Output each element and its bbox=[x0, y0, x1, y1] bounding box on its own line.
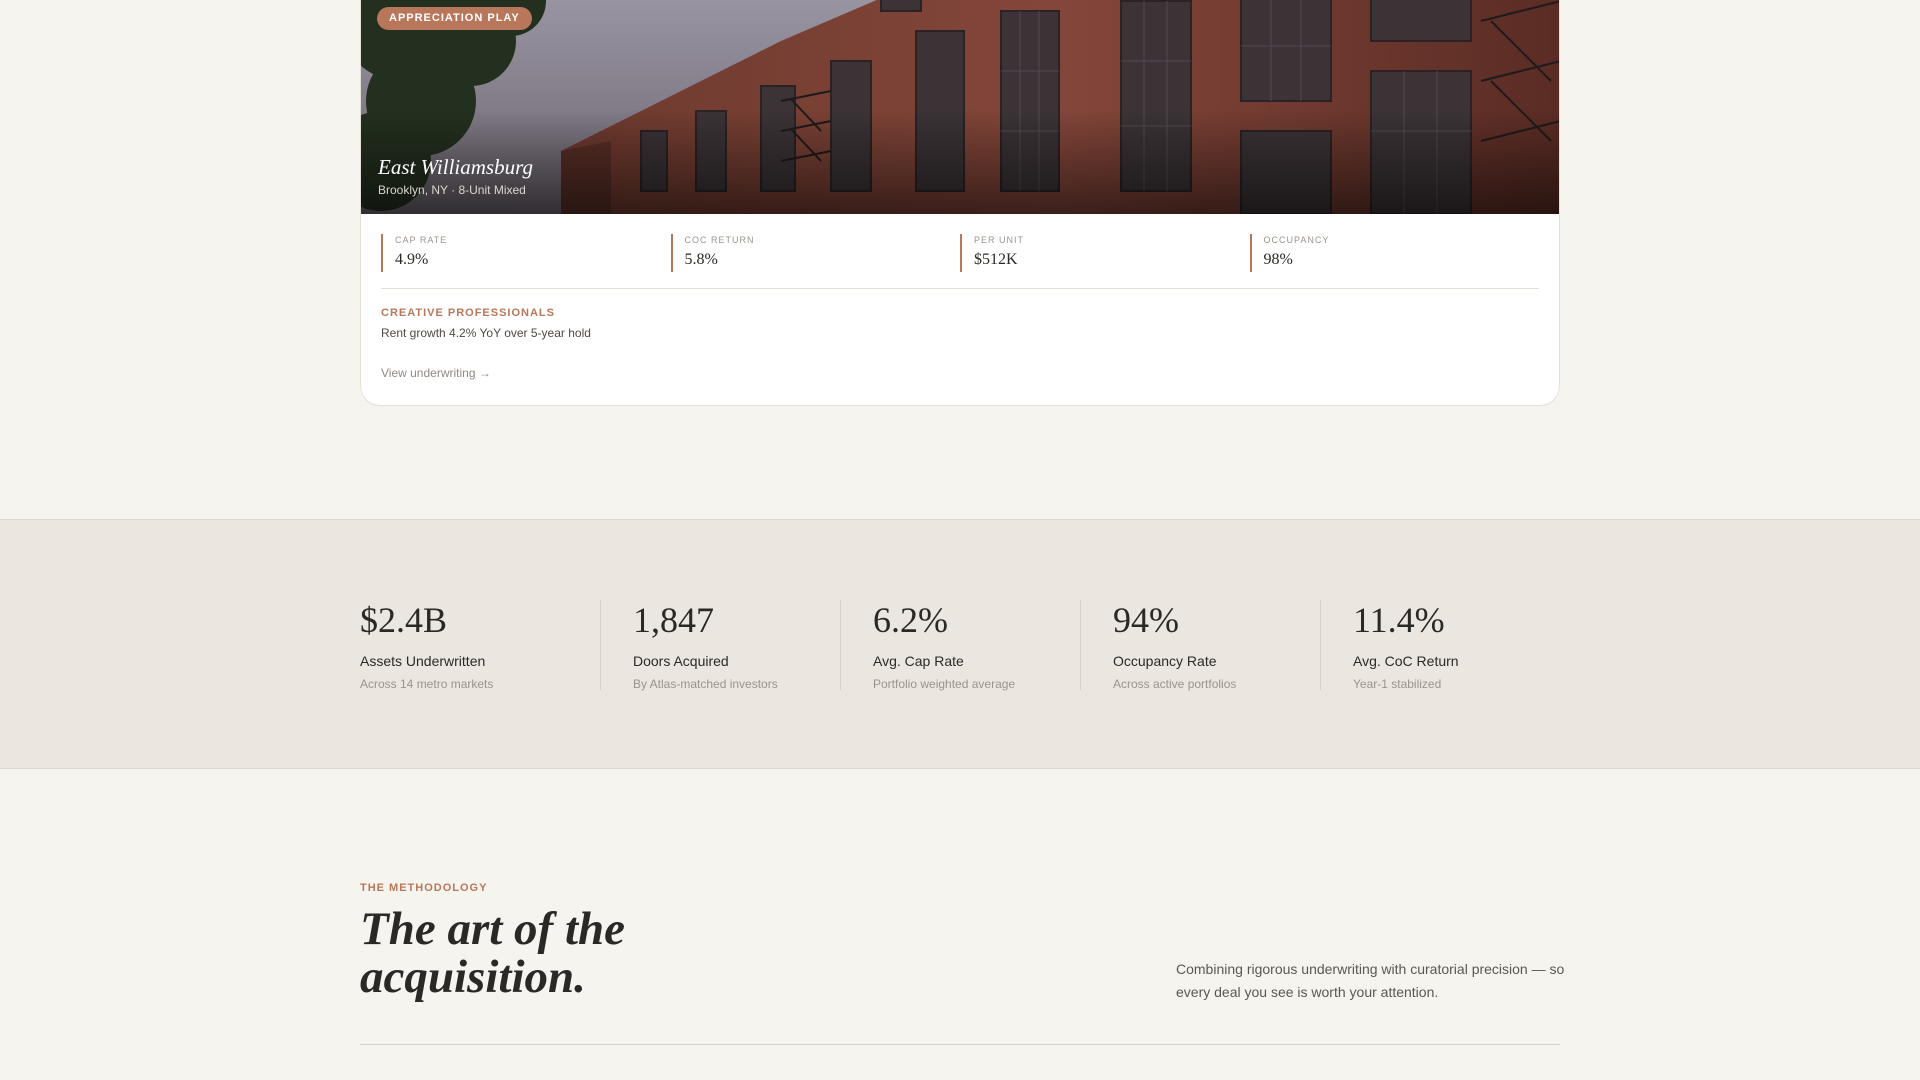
metric-per-unit: PER UNIT $512K bbox=[960, 234, 1250, 272]
stat-assets-underwritten: $2.4B Assets Underwritten Across 14 metr… bbox=[360, 600, 600, 691]
section-divider bbox=[360, 1044, 1560, 1045]
stat-occupancy-rate: 94% Occupancy Rate Across active portfol… bbox=[1080, 600, 1320, 691]
stat-value: 1,847 bbox=[633, 600, 714, 640]
metric-coc-return: COC RETURN 5.8% bbox=[670, 234, 961, 272]
metric-cap-rate: CAP RATE 4.9% bbox=[381, 234, 671, 272]
metric-label: OCCUPANCY bbox=[1263, 235, 1330, 245]
metric-value: $512K bbox=[974, 251, 1018, 268]
stat-label: Avg. Cap Rate bbox=[873, 653, 964, 669]
stats-band: $2.4B Assets Underwritten Across 14 metr… bbox=[0, 519, 1920, 769]
metric-value: 98% bbox=[1263, 251, 1293, 268]
stat-value: 94% bbox=[1113, 600, 1179, 640]
stat-value: 11.4% bbox=[1353, 600, 1445, 640]
stat-value: 6.2% bbox=[873, 600, 948, 640]
property-card[interactable]: APPRECIATION PLAY East Williamsburg Broo… bbox=[360, 0, 1560, 406]
metric-value: 4.9% bbox=[395, 251, 429, 268]
property-photo: APPRECIATION PLAY East Williamsburg Broo… bbox=[361, 0, 1559, 214]
stat-avg-coc-return: 11.4% Avg. CoC Return Year-1 stabilized bbox=[1320, 600, 1560, 691]
property-name: East Williamsburg bbox=[378, 155, 533, 179]
stat-label: Assets Underwritten bbox=[360, 653, 486, 669]
metric-occupancy: OCCUPANCY 98% bbox=[1249, 234, 1540, 272]
stats-row: $2.4B Assets Underwritten Across 14 metr… bbox=[360, 600, 1560, 691]
stat-doors-acquired: 1,847 Doors Acquired By Atlas-matched in… bbox=[600, 600, 840, 691]
property-metrics: CAP RATE 4.9% COC RETURN 5.8% PER UNIT $… bbox=[381, 234, 1539, 289]
methodology-intro: Combining rigorous underwriting with cur… bbox=[1176, 961, 1565, 1000]
stat-subtext: Portfolio weighted average bbox=[873, 677, 1016, 691]
stat-value: $2.4B bbox=[360, 600, 448, 640]
metric-label: COC RETURN bbox=[684, 235, 755, 245]
methodology-eyebrow: THE METHODOLOGY bbox=[360, 882, 488, 894]
view-underwriting-link[interactable]: View underwriting → bbox=[381, 366, 491, 380]
appreciation-badge: APPRECIATION PLAY bbox=[377, 7, 532, 30]
stat-label: Avg. CoC Return bbox=[1353, 653, 1459, 669]
stat-subtext: Year-1 stabilized bbox=[1353, 677, 1442, 691]
stat-subtext: Across active portfolios bbox=[1113, 677, 1237, 691]
investment-thesis: Rent growth 4.2% YoY over 5-year hold bbox=[381, 326, 591, 340]
stat-label: Occupancy Rate bbox=[1113, 653, 1217, 669]
metric-value: 5.8% bbox=[684, 251, 718, 268]
property-location: Brooklyn, NY · 8-Unit Mixed bbox=[378, 183, 526, 197]
methodology-title: The art of the acquisition. bbox=[360, 903, 626, 1003]
metric-label: PER UNIT bbox=[974, 235, 1025, 245]
stat-subtext: By Atlas-matched investors bbox=[633, 677, 778, 691]
metric-label: CAP RATE bbox=[395, 235, 448, 245]
stat-avg-cap-rate: 6.2% Avg. Cap Rate Portfolio weighted av… bbox=[840, 600, 1080, 691]
stat-label: Doors Acquired bbox=[633, 653, 729, 669]
tenant-profile-tag: CREATIVE PROFESSIONALS bbox=[381, 307, 555, 319]
building-illustration bbox=[361, 0, 1559, 214]
stat-subtext: Across 14 metro markets bbox=[360, 677, 494, 691]
